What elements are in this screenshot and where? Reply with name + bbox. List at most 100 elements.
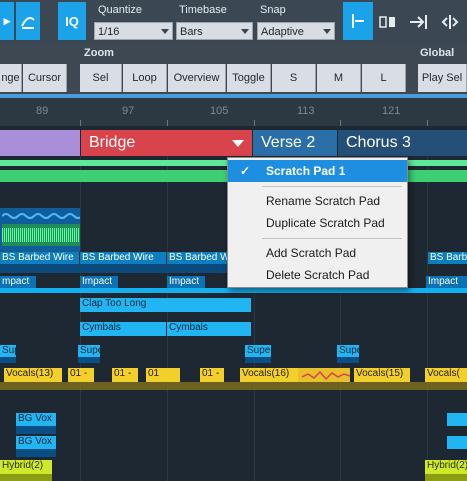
clip-bg-vox[interactable]: BG Vox [16, 413, 56, 426]
menu-item-delete-scratch-pad[interactable]: Delete Scratch Pad [228, 264, 407, 286]
timeline-ruler[interactable]: 89 97 105 113 121 [0, 94, 467, 126]
menu-separator [262, 186, 402, 187]
split-arrows-icon[interactable] [436, 4, 464, 40]
zoom-m-button[interactable]: M [317, 64, 361, 92]
menu-item-label: Delete Scratch Pad [266, 268, 370, 282]
menu-item-add-scratch-pad[interactable]: Add Scratch Pad [228, 242, 407, 264]
clip-supe[interactable]: Supe [245, 345, 271, 357]
clip-body [78, 357, 100, 363]
tool-bend-icon[interactable] [16, 2, 40, 40]
clip-bg-vox[interactable] [447, 436, 467, 449]
clip-cymbals[interactable]: Cymbals [80, 322, 166, 336]
ruler-tick [80, 120, 81, 126]
grid-line [167, 156, 168, 481]
snap-events-icon[interactable] [377, 4, 399, 40]
audio-clip-waveform[interactable] [0, 208, 80, 252]
ruler-mark: 89 [36, 105, 49, 117]
section-verse-2[interactable]: Verse 2 [253, 130, 337, 156]
menu-item-label: Scratch Pad 1 [266, 164, 346, 178]
clip-body [0, 474, 52, 481]
zoom-l-button[interactable]: L [362, 64, 406, 92]
chevron-down-icon [161, 29, 169, 34]
clip-vocals-01[interactable]: 01 [146, 368, 180, 382]
clip-body [0, 357, 16, 363]
zoom-range-button[interactable]: nge [0, 64, 22, 92]
clip-body [16, 449, 56, 457]
zoom-sel-button[interactable]: Sel [80, 64, 122, 92]
menu-item-duplicate-scratch-pad[interactable]: Duplicate Scratch Pad [228, 212, 407, 234]
clip-bs-barbed-wire[interactable]: BS Barbed Wire [0, 252, 79, 264]
section-chorus-3[interactable]: Chorus 3 [338, 130, 467, 156]
zoom-overview-button[interactable]: Overview [168, 64, 226, 92]
clip-supe[interactable]: Supe [78, 345, 100, 357]
ruler-mark: 97 [122, 105, 135, 117]
clip-body [245, 357, 271, 363]
zoom-toggle-button[interactable]: Toggle [227, 64, 271, 92]
ruler-tick [427, 120, 428, 126]
clip-bs-barbed-wire[interactable]: BS Barbed Wire [428, 252, 467, 264]
clip-supe[interactable]: Sup [0, 345, 16, 357]
section-bridge[interactable]: Bridge [81, 130, 252, 156]
clip-impact[interactable]: Impact [167, 276, 205, 288]
clip-impact[interactable]: Impact [80, 276, 118, 288]
menu-separator [262, 238, 402, 239]
checkmark-icon: ✓ [240, 164, 251, 178]
ruler-mark: 113 [297, 105, 315, 117]
clip-supe[interactable]: Supe [337, 345, 359, 357]
clip-body [337, 357, 359, 363]
clip-vocals-01[interactable]: 01 - [200, 368, 224, 382]
clip-vocals-01[interactable]: 01 - [112, 368, 138, 382]
clip-body [0, 382, 467, 390]
zoom-loop-button[interactable]: Loop [123, 64, 167, 92]
clip-vocals-15[interactable]: Vocals(15) [354, 368, 410, 382]
grid-line [80, 156, 81, 481]
clip-body [425, 474, 467, 481]
ruler-tick [340, 120, 341, 126]
clip-vocals-13[interactable]: Vocals(13) [4, 368, 62, 382]
play-sel-button[interactable]: Play Sel [418, 64, 467, 92]
section-previous[interactable] [0, 130, 80, 156]
snap-select[interactable]: Adaptive [257, 22, 335, 40]
audio-clip-waveform[interactable] [298, 368, 350, 382]
clip-vocals[interactable]: Vocals( [425, 368, 467, 382]
clip-bs-barbed-wire[interactable]: BS Barbed Wire [80, 252, 166, 264]
clip-bg-vox[interactable]: BG Vox [16, 436, 56, 449]
quantize-select[interactable]: 1/16 [94, 22, 173, 40]
zoom-s-button[interactable]: S [272, 64, 316, 92]
ruler-mark: 105 [210, 105, 229, 117]
clip-body [16, 426, 56, 434]
menu-item-label: Duplicate Scratch Pad [266, 216, 385, 230]
scratch-pad-context-menu: ✓ Scratch Pad 1 Rename Scratch Pad Dupli… [227, 157, 408, 288]
section-bridge-label: Bridge [89, 134, 136, 151]
quantize-value: 1/16 [98, 26, 120, 38]
arrow-to-line-icon[interactable] [406, 4, 432, 40]
menu-item-label: Rename Scratch Pad [266, 194, 381, 208]
snap-label: Snap [260, 4, 286, 16]
menu-item-scratch-pad-1[interactable]: ✓ Scratch Pad 1 [228, 160, 407, 182]
tool-arrow-icon[interactable]: ▸ [0, 2, 14, 40]
snap-to-cursor-icon[interactable] [343, 2, 373, 40]
clip-hybrid-2[interactable]: Hybrid(2) [425, 460, 467, 474]
clip-cymbals[interactable]: Cymbals [167, 322, 251, 336]
iq-button[interactable]: IQ [58, 2, 86, 40]
automation-lane[interactable] [0, 288, 467, 293]
audio-clip-waveform[interactable] [0, 264, 227, 273]
chevron-down-icon [241, 29, 249, 34]
zoom-cursor-button[interactable]: Cursor [23, 64, 67, 92]
clip-impact[interactable]: mpact [0, 276, 36, 288]
clip-vocals-01[interactable]: 01 - [68, 368, 94, 382]
toolbar: ▸ IQ Quantize 1/16 Timebase Bars Snap Ad… [0, 0, 467, 44]
clip-hybrid-2[interactable]: Hybrid(2) [0, 460, 52, 474]
menu-item-label: Add Scratch Pad [266, 246, 357, 260]
snap-value: Adaptive [261, 26, 304, 38]
chevron-down-icon[interactable] [232, 140, 244, 147]
clip-bg-vox[interactable] [447, 413, 467, 426]
clip-clap-too-long[interactable]: Clap Too Long [80, 298, 251, 312]
menu-item-rename-scratch-pad[interactable]: Rename Scratch Pad [228, 190, 407, 212]
timebase-label: Timebase [179, 4, 227, 16]
clip-bs-barbed-wire[interactable]: BS Barbed Wire [167, 252, 227, 264]
clip-vocals-16[interactable]: Vocals(16) [240, 368, 298, 382]
timebase-select[interactable]: Bars [176, 22, 253, 40]
ruler-mark: 121 [382, 105, 401, 117]
clip-impact[interactable]: Impact [426, 276, 467, 288]
